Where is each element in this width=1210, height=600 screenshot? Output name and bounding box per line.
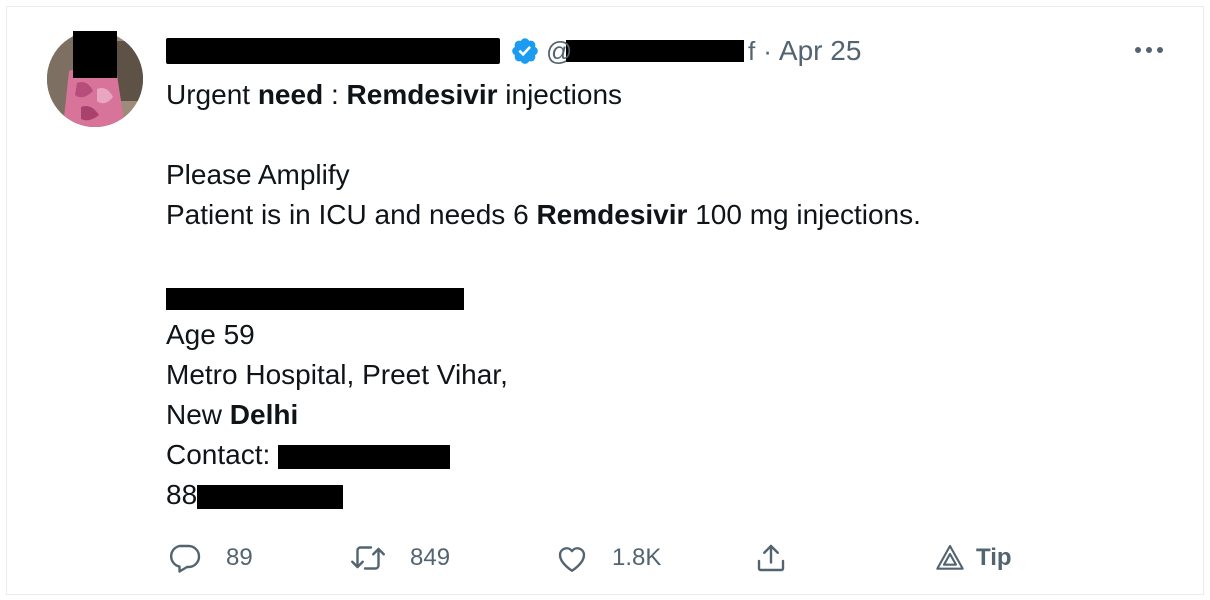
reply-count: 89: [226, 544, 253, 571]
hospital-line: Metro Hospital, Preet Vihar,: [166, 359, 508, 390]
retweet-button[interactable]: 849: [348, 535, 450, 581]
tweet-line-3: Patient is in ICU and needs 6 Remdesivir…: [166, 199, 921, 230]
tip-icon: [936, 544, 964, 570]
patient-name-redacted: [166, 287, 464, 310]
verified-badge-icon: [512, 38, 538, 64]
retweet-icon: [351, 546, 385, 570]
phone-line: 88: [166, 475, 921, 515]
handle-redacted[interactable]: [566, 40, 744, 62]
patient-age: Age 59: [166, 319, 255, 350]
share-button[interactable]: [753, 535, 789, 581]
phone-number-redacted: [197, 484, 344, 509]
contact-line: Contact:: [166, 435, 921, 475]
city-line: New Delhi: [166, 399, 299, 430]
more-icon[interactable]: [1131, 35, 1167, 65]
retweet-count: 849: [410, 544, 451, 571]
reply-button[interactable]: 89: [166, 535, 253, 581]
like-icon: [558, 547, 586, 572]
tweet-line-1: Urgent need : Remdesivir injections: [166, 79, 623, 110]
tip-label: Tip: [976, 544, 1012, 571]
tweet-text: Urgent need : Remdesivir injections Plea…: [166, 75, 921, 515]
tip-button[interactable]: Tip: [934, 535, 1012, 581]
display-name-redacted[interactable]: [166, 38, 500, 64]
action-bar: 89 849 1.8K Tip: [166, 535, 1066, 581]
like-count: 1.8K: [612, 544, 662, 571]
tweet-date[interactable]: Apr 25: [779, 35, 862, 67]
like-button[interactable]: 1.8K: [554, 535, 661, 581]
tweet-card[interactable]: @ f · Apr 25 Urgent need : Remdesivir in…: [6, 6, 1204, 595]
share-icon: [757, 544, 785, 572]
patient-name-line: [166, 275, 921, 315]
handle-prefix[interactable]: @: [546, 36, 572, 67]
tweet-line-2: Please Amplify: [166, 159, 350, 190]
contact-name-redacted: [278, 444, 451, 469]
separator: ·: [763, 35, 772, 66]
avatar-redaction: [73, 31, 117, 78]
tweet-header: @ f · Apr 25: [166, 31, 861, 71]
handle-suffix[interactable]: f: [748, 36, 755, 67]
reply-icon: [170, 544, 201, 573]
